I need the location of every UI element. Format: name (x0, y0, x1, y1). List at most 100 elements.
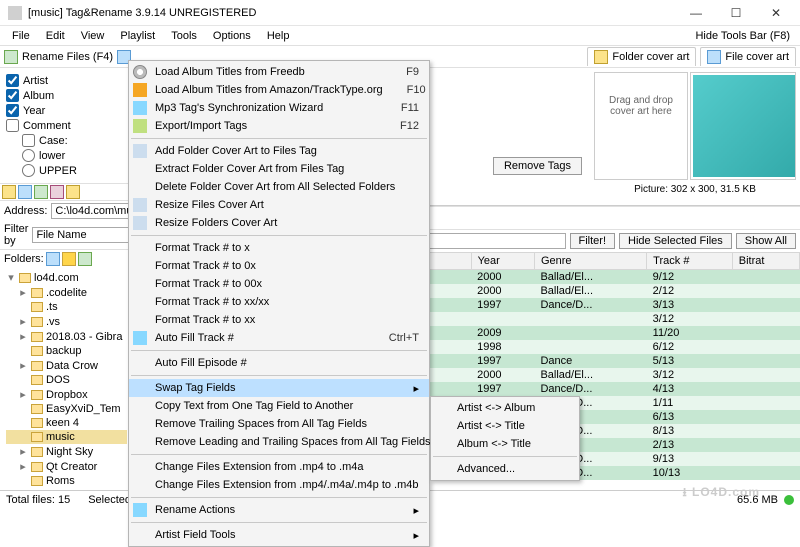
menu-item[interactable]: Remove Leading and Trailing Spaces from … (129, 433, 429, 451)
tools-context-menu[interactable]: Load Album Titles from FreedbF9Load Albu… (128, 60, 430, 547)
minimize-button[interactable]: — (676, 1, 716, 25)
column-header[interactable]: Year (471, 252, 534, 269)
star-icon[interactable] (62, 252, 76, 266)
tree-item[interactable]: .ts (6, 300, 127, 314)
menu-file[interactable]: File (4, 28, 38, 44)
check-year[interactable]: Year (6, 104, 123, 117)
menu-item[interactable]: Format Track # to x (129, 239, 429, 257)
filter-label: Filter by (4, 223, 28, 247)
column-header[interactable]: Track # (647, 252, 733, 269)
menu-item[interactable]: Load Album Titles from Amazon/TrackType.… (129, 81, 429, 99)
menu-help[interactable]: Help (259, 28, 298, 44)
nav-icon-1[interactable] (2, 185, 16, 199)
check-album[interactable]: Album (6, 89, 123, 102)
menubar: File Edit View Playlist Tools Options He… (0, 26, 800, 46)
menu-view[interactable]: View (73, 28, 113, 44)
menu-item[interactable]: Change Files Extension from .mp4 to .m4a (129, 458, 429, 476)
menu-item[interactable]: Format Track # to 00x (129, 275, 429, 293)
check-case[interactable]: Case: (22, 134, 123, 147)
menu-item[interactable]: Delete Folder Cover Art from All Selecte… (129, 178, 429, 196)
menu-item[interactable]: Load Album Titles from FreedbF9 (129, 63, 429, 81)
window-title: [music] Tag&Rename 3.9.14 UNREGISTERED (28, 7, 676, 19)
watermark: ⭳ LO4D.com (682, 483, 760, 504)
tree-item[interactable]: ▸Data Crow (6, 358, 127, 373)
menu-item[interactable]: Add Folder Cover Art to Files Tag (129, 142, 429, 160)
nav-icon-3[interactable] (34, 185, 48, 199)
show-all-button[interactable]: Show All (736, 233, 796, 249)
menu-item[interactable]: Auto Fill Track #Ctrl+T (129, 329, 429, 347)
menu-item[interactable]: Format Track # to xx (129, 311, 429, 329)
menu-item[interactable]: Mp3 Tag's Synchronization WizardF11 (129, 99, 429, 117)
cover-art-panel: Drag and drop cover art here Picture: 30… (590, 68, 800, 205)
menu-item[interactable]: Export/Import TagsF12 (129, 117, 429, 135)
menu-item[interactable]: Copy Text from One Tag Field to Another (129, 397, 429, 415)
remove-tags-button[interactable]: Remove Tags (493, 157, 582, 175)
sidebar: Artist Album Year Comment Case: lower UP… (0, 68, 130, 490)
menu-edit[interactable]: Edit (38, 28, 73, 44)
folder-cover-box[interactable]: Drag and drop cover art here (594, 72, 688, 180)
check-comment[interactable]: Comment (6, 119, 123, 132)
menu-item[interactable]: Resize Files Cover Art (129, 196, 429, 214)
maximize-button[interactable]: ☐ (716, 1, 756, 25)
submenu-item[interactable]: Artist <-> Album (431, 399, 579, 417)
tree-item[interactable]: ▸.codelite (6, 285, 127, 300)
column-header[interactable]: Genre (534, 252, 646, 269)
folders-label: Folders: (4, 253, 44, 265)
submenu-item[interactable]: Album <-> Title (431, 435, 579, 453)
menu-item[interactable]: Rename Actions▸ (129, 501, 429, 519)
picture-info: Picture: 302 x 300, 31.5 KB (594, 184, 796, 195)
menu-item[interactable]: Artist Field Tools▸ (129, 526, 429, 544)
close-button[interactable]: ✕ (756, 1, 796, 25)
nav-icon-5[interactable] (66, 185, 80, 199)
menu-item[interactable]: Resize Folders Cover Art (129, 214, 429, 232)
tree-item[interactable]: keen 4 (6, 416, 127, 430)
menu-item[interactable]: Change Files Extension from .mp4/.m4a/.m… (129, 476, 429, 494)
radio-lower[interactable]: lower (22, 149, 123, 162)
menu-item[interactable]: Format Track # to xx/xx (129, 293, 429, 311)
folders-refresh-icon[interactable] (46, 252, 60, 266)
folder-tree[interactable]: ▾lo4d.com▸.codelite.ts▸.vs▸2018.03 - Gib… (0, 268, 129, 490)
sidebar-toolbar (0, 183, 129, 201)
column-header[interactable]: Bitrat (732, 252, 799, 269)
submenu-item[interactable]: Advanced... (431, 460, 579, 478)
tree-item[interactable]: backup (6, 344, 127, 358)
menu-item[interactable]: Swap Tag Fields▸ (129, 379, 429, 397)
submenu-item[interactable]: Artist <-> Title (431, 417, 579, 435)
radio-upper[interactable]: UPPER (22, 164, 123, 177)
swap-tag-submenu[interactable]: Artist <-> AlbumArtist <-> TitleAlbum <-… (430, 396, 580, 481)
hide-tools-bar[interactable]: Hide Tools Bar (F8) (695, 30, 796, 42)
menu-options[interactable]: Options (205, 28, 259, 44)
rename-files-button[interactable]: Rename Files (F4) (22, 51, 113, 63)
check-artist[interactable]: Artist (6, 74, 123, 87)
file-cover-box[interactable] (690, 72, 796, 180)
filter-button[interactable]: Filter! (570, 233, 616, 249)
tab-file-cover-art[interactable]: File cover art (700, 47, 796, 66)
menu-item[interactable]: Extract Folder Cover Art from Files Tag (129, 160, 429, 178)
menu-item[interactable]: Remove Trailing Spaces from All Tag Fiel… (129, 415, 429, 433)
tree-item[interactable]: Roms (6, 474, 127, 488)
tree-item[interactable]: ▸.vs (6, 314, 127, 329)
tab-folder-cover-art[interactable]: Folder cover art (587, 47, 696, 66)
address-row: Address: (0, 201, 129, 221)
hide-selected-button[interactable]: Hide Selected Files (619, 233, 732, 249)
tree-item[interactable]: ▸Dropbox (6, 387, 127, 402)
filter-input[interactable] (32, 227, 130, 243)
nav-icon-2[interactable] (18, 185, 32, 199)
menu-item[interactable]: Format Track # to 0x (129, 257, 429, 275)
tree-item[interactable]: DOS (6, 373, 127, 387)
menu-tools[interactable]: Tools (163, 28, 205, 44)
filter-row: Filter by (0, 221, 129, 249)
menu-item[interactable]: Auto Fill Episode # (129, 354, 429, 372)
address-input[interactable] (51, 203, 130, 219)
tree-item[interactable]: ▸Night Sky (6, 444, 127, 459)
folders-icon-3[interactable] (78, 252, 92, 266)
tree-item[interactable]: ▸Qt Creator (6, 459, 127, 474)
tree-item[interactable]: ▾lo4d.com (6, 270, 127, 285)
nav-icon-4[interactable] (50, 185, 64, 199)
tree-item[interactable]: EasyXviD_Tem (6, 402, 127, 416)
status-total-files: Total files: 15 (6, 494, 70, 506)
menu-playlist[interactable]: Playlist (112, 28, 163, 44)
tree-item[interactable]: music (6, 430, 127, 444)
rename-icon (4, 50, 18, 64)
tree-item[interactable]: ▸2018.03 - Gibra (6, 329, 127, 344)
